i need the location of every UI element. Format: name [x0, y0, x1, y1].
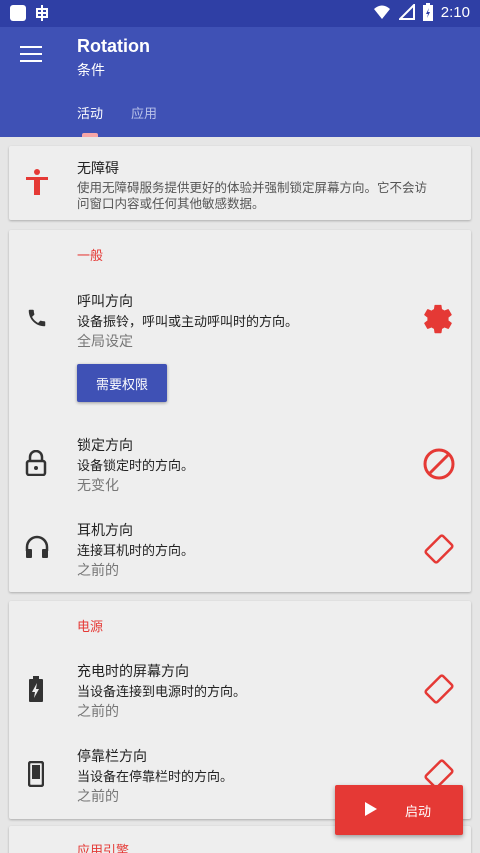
dock-orientation-title: 停靠栏方向 — [77, 749, 147, 765]
call-orientation-title: 呼叫方向 — [77, 294, 133, 310]
gear-icon[interactable] — [421, 302, 455, 336]
headset-orientation-desc: 连接耳机时的方向。 — [77, 544, 195, 559]
rotate-icon[interactable] — [422, 672, 456, 706]
app-title: Rotation — [77, 36, 150, 56]
battery-charging-icon — [29, 676, 43, 702]
general-section-header: 一般 — [77, 249, 104, 264]
accessibility-title: 无障碍 — [77, 161, 119, 177]
play-icon — [365, 802, 377, 816]
tab-apps[interactable]: 应用 — [131, 103, 157, 122]
block-icon[interactable] — [422, 447, 456, 481]
app-subtitle: 条件 — [77, 63, 105, 79]
menu-icon[interactable] — [20, 46, 42, 64]
charging-orientation-desc: 当设备连接到电源时的方向。 — [77, 685, 247, 700]
lock-icon — [25, 450, 47, 476]
tab-indicator — [82, 133, 98, 137]
headset-icon — [25, 535, 49, 558]
headset-orientation-value: 之前的 — [77, 563, 119, 579]
call-orientation-desc: 设备振铃，呼叫或主动呼叫时的方向。 — [77, 315, 299, 330]
rotate-icon[interactable] — [422, 532, 456, 566]
bug-icon — [36, 5, 48, 21]
phone-icon — [28, 309, 46, 327]
status-bar: 2:10 — [0, 0, 480, 27]
general-card: 一般 呼叫方向 设备振铃，呼叫或主动呼叫时的方向。 全局设定 需要权限 锁定方向… — [9, 230, 471, 592]
lock-orientation-value: 无变化 — [77, 478, 119, 494]
start-button-label: 启动 — [405, 805, 432, 820]
charging-orientation-value: 之前的 — [77, 704, 119, 720]
phone-device-icon — [28, 761, 44, 787]
app-bar: Rotation 条件 活动 应用 — [0, 27, 480, 137]
accessibility-card[interactable]: 无障碍 使用无障碍服务提供更好的体验并强制锁定屏幕方向。它不会访 问窗口内容或任… — [9, 146, 471, 220]
permission-required-button[interactable]: 需要权限 — [77, 364, 167, 402]
start-button[interactable]: 启动 — [335, 785, 463, 835]
dock-orientation-value: 之前的 — [77, 789, 119, 805]
clock: 2:10 — [440, 3, 470, 21]
wifi-icon — [373, 5, 390, 19]
charging-orientation-title: 充电时的屏幕方向 — [77, 664, 189, 680]
tab-activity[interactable]: 活动 — [77, 103, 103, 122]
lock-orientation-title: 锁定方向 — [77, 438, 133, 454]
headset-orientation-title: 耳机方向 — [77, 523, 133, 539]
call-orientation-value: 全局设定 — [77, 334, 133, 350]
accessibility-desc-line2: 问窗口内容或任何其他敏感数据。 — [77, 196, 265, 211]
battery-icon — [422, 3, 433, 21]
lock-orientation-desc: 设备锁定时的方向。 — [77, 459, 195, 474]
app-notification-icon — [10, 5, 26, 21]
app-engine-section-header: 应用引擎 — [77, 844, 130, 853]
accessibility-icon — [26, 169, 48, 195]
power-section-header: 电源 — [77, 620, 104, 635]
signal-icon — [398, 4, 415, 20]
dock-orientation-desc: 当设备在停靠栏时的方向。 — [77, 770, 234, 785]
